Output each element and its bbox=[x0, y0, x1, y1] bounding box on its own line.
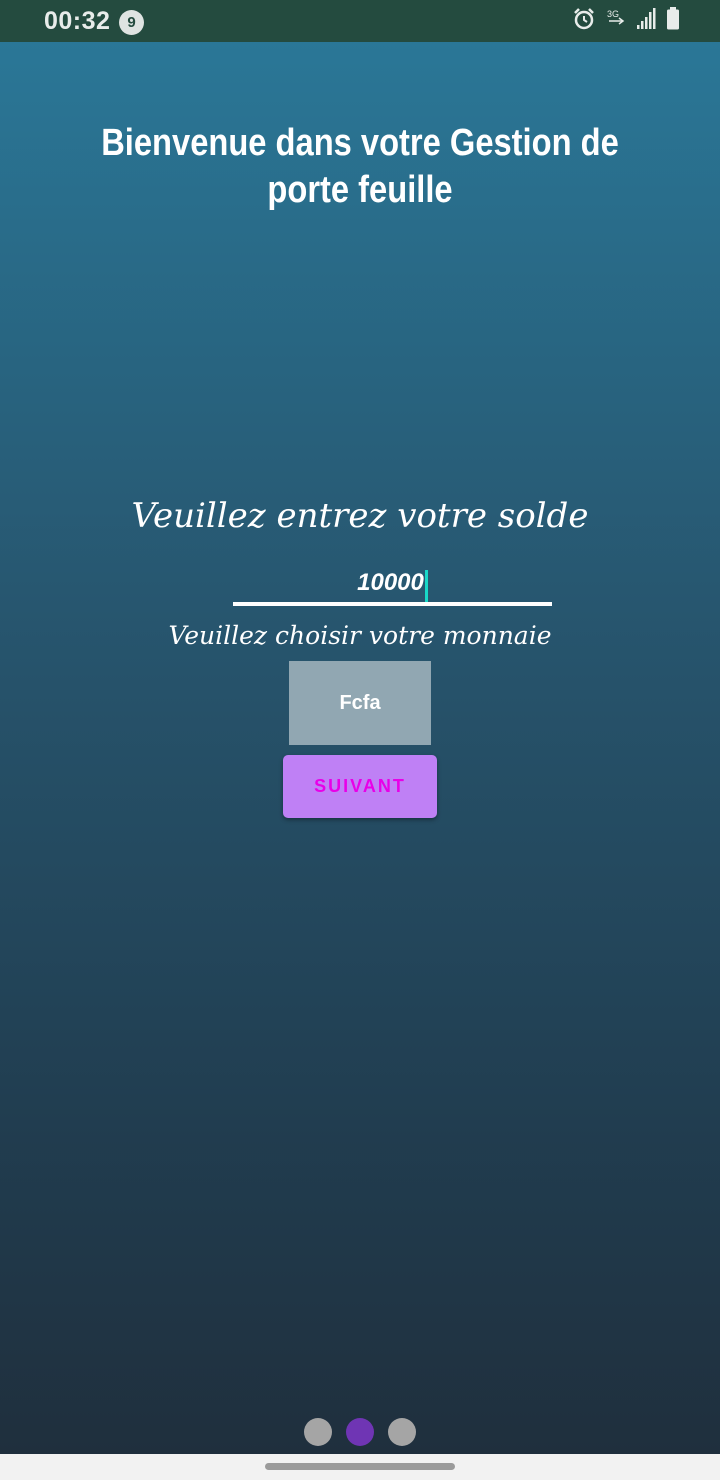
page-dot-3[interactable] bbox=[388, 1418, 416, 1446]
status-bar: 00:32 9 3G bbox=[0, 0, 720, 42]
network-label: 3G bbox=[607, 9, 619, 19]
next-button[interactable]: SUIVANT bbox=[283, 755, 437, 818]
balance-input-value: 10000 bbox=[357, 569, 424, 596]
currency-prompt: Veuillez choisir votre monnaie bbox=[168, 621, 552, 650]
balance-prompt: Veuillez entrez votre solde bbox=[131, 496, 589, 536]
home-gesture-handle[interactable] bbox=[265, 1463, 455, 1470]
notification-count-badge: 9 bbox=[119, 10, 144, 35]
signal-icon bbox=[636, 7, 656, 35]
balance-input[interactable]: 10000 bbox=[233, 560, 552, 606]
currency-selector[interactable]: Fcfa bbox=[289, 661, 431, 745]
page-dot-2[interactable] bbox=[346, 1418, 374, 1446]
page-indicator bbox=[0, 1418, 720, 1446]
currency-selected-value: Fcfa bbox=[339, 692, 381, 714]
welcome-title: Bienvenue dans votre Gestion de porte fe… bbox=[101, 122, 619, 211]
text-caret bbox=[424, 569, 428, 602]
page-dot-1[interactable] bbox=[304, 1418, 332, 1446]
network-3g-icon: 3G bbox=[606, 7, 626, 35]
battery-icon bbox=[666, 7, 680, 35]
status-icons: 3G bbox=[572, 7, 680, 35]
status-time: 00:32 bbox=[44, 7, 111, 35]
wallet-setup-screen: Bienvenue dans votre Gestion de porte fe… bbox=[0, 42, 720, 1454]
navigation-bar bbox=[0, 1454, 720, 1480]
alarm-icon bbox=[572, 7, 596, 35]
